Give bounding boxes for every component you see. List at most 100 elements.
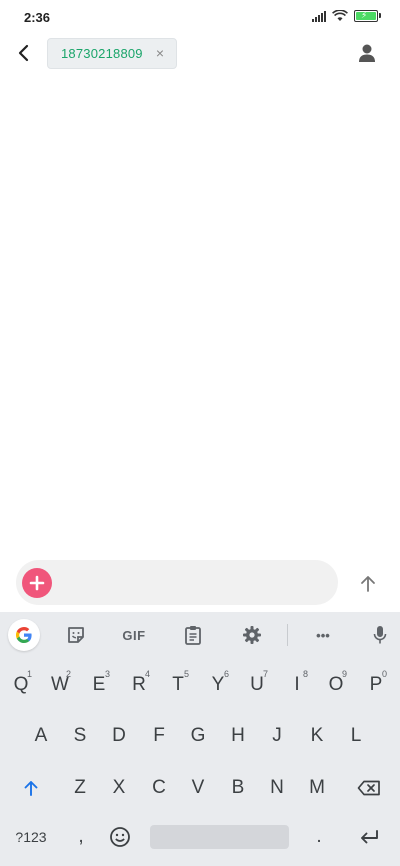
status-bar: 2:36 ⚡ — [0, 0, 400, 34]
enter-key[interactable] — [350, 818, 388, 856]
key-x[interactable]: X — [102, 769, 136, 807]
comma-key[interactable]: , — [64, 818, 98, 856]
key-hint: 2 — [65, 669, 71, 679]
key-label: R — [132, 674, 146, 695]
signal-icon — [312, 10, 326, 22]
period-key[interactable]: . — [302, 818, 336, 856]
backspace-icon — [357, 780, 380, 796]
keyboard: GIF ••• Q 1 W 2 E 3 R 4 T 5 Y 6 U 7 I 8 … — [0, 612, 400, 866]
key-g[interactable]: G — [181, 717, 215, 755]
key-label: S — [73, 725, 87, 746]
sticker-icon — [68, 627, 84, 643]
key-b[interactable]: B — [221, 769, 255, 807]
key-label: G — [190, 725, 206, 746]
key-e[interactable]: E3 — [82, 666, 116, 704]
sticker-button[interactable] — [64, 623, 88, 647]
key-label: X — [112, 777, 126, 798]
enter-arrow-icon — [361, 830, 378, 844]
key-label: V — [191, 777, 205, 798]
key-o[interactable]: O9 — [319, 666, 353, 704]
clipboard-icon — [185, 626, 201, 645]
key-j[interactable]: J — [260, 717, 294, 755]
key-hint: 8 — [302, 669, 308, 679]
key-hint: 4 — [144, 669, 150, 679]
status-time: 2:36 — [24, 10, 51, 25]
key-label: M — [309, 777, 325, 798]
arrow-up-icon — [361, 576, 375, 592]
back-button[interactable] — [10, 40, 36, 66]
recipient-chip[interactable]: 18730218809 × — [47, 38, 177, 69]
voice-input-button[interactable] — [369, 623, 391, 647]
status-icons: ⚡ — [312, 10, 381, 22]
toolbar-divider — [287, 624, 288, 646]
key-v[interactable]: V — [181, 769, 215, 807]
key-r[interactable]: R4 — [122, 666, 156, 704]
gif-button[interactable]: GIF — [118, 623, 150, 647]
key-label: E — [92, 674, 106, 695]
key-hint: 5 — [183, 669, 189, 679]
key-hint: 3 — [104, 669, 110, 679]
more-button[interactable]: ••• — [310, 623, 336, 647]
clipboard-button[interactable] — [181, 623, 205, 647]
message-input[interactable] — [60, 566, 334, 601]
gear-icon — [243, 626, 261, 644]
key-label: D — [112, 725, 126, 746]
key-t[interactable]: T5 — [161, 666, 195, 704]
key-p[interactable]: P0 — [359, 666, 393, 704]
keyboard-toolbar: GIF ••• — [0, 612, 400, 658]
key-label: H — [231, 725, 245, 746]
key-label: U — [250, 674, 264, 695]
key-label: K — [310, 725, 324, 746]
key-c[interactable]: C — [142, 769, 176, 807]
key-a[interactable]: A — [24, 717, 58, 755]
attach-button[interactable] — [22, 568, 52, 598]
key-z[interactable]: Z — [63, 769, 97, 807]
send-button[interactable] — [356, 572, 380, 596]
backspace-key[interactable] — [350, 769, 388, 807]
space-key[interactable] — [150, 825, 289, 849]
google-search-button[interactable] — [8, 619, 40, 651]
key-n[interactable]: N — [260, 769, 294, 807]
person-icon — [359, 44, 375, 62]
battery-icon: ⚡ — [354, 10, 381, 22]
key-label: T — [172, 674, 184, 695]
contact-picker-button[interactable] — [356, 42, 378, 64]
symbols-key[interactable]: ?123 — [11, 818, 51, 856]
plus-icon — [29, 575, 45, 591]
settings-button[interactable] — [240, 623, 264, 647]
key-d[interactable]: D — [102, 717, 136, 755]
key-label: Z — [74, 777, 86, 798]
key-hint: 9 — [341, 669, 347, 679]
key-k[interactable]: K — [300, 717, 334, 755]
recipient-number: 18730218809 — [61, 46, 143, 61]
key-label: B — [231, 777, 245, 798]
key-hint: 0 — [381, 669, 387, 679]
key-hint: 7 — [262, 669, 268, 679]
shift-arrow-icon — [24, 781, 38, 796]
chip-remove-icon[interactable]: × — [156, 45, 164, 61]
key-f[interactable]: F — [142, 717, 176, 755]
back-arrow-icon — [18, 44, 29, 62]
key-l[interactable]: L — [339, 717, 373, 755]
key-q[interactable]: Q1 — [4, 666, 38, 704]
emoji-icon — [110, 827, 130, 847]
emoji-key[interactable] — [103, 818, 137, 856]
key-u[interactable]: U7 — [240, 666, 274, 704]
key-label: Y — [211, 674, 225, 695]
key-y[interactable]: Y6 — [201, 666, 235, 704]
key-m[interactable]: M — [300, 769, 334, 807]
key-label: L — [350, 725, 362, 746]
key-label: C — [152, 777, 166, 798]
key-hint: 6 — [223, 669, 229, 679]
key-i[interactable]: I8 — [280, 666, 314, 704]
shift-key[interactable] — [14, 769, 48, 807]
microphone-icon — [373, 626, 387, 644]
message-composer — [16, 560, 338, 605]
key-s[interactable]: S — [63, 717, 97, 755]
key-label: I — [294, 674, 300, 695]
wifi-icon — [332, 10, 348, 22]
key-w[interactable]: W2 — [43, 666, 77, 704]
key-hint: 1 — [26, 669, 32, 679]
key-label: F — [153, 725, 165, 746]
key-h[interactable]: H — [221, 717, 255, 755]
